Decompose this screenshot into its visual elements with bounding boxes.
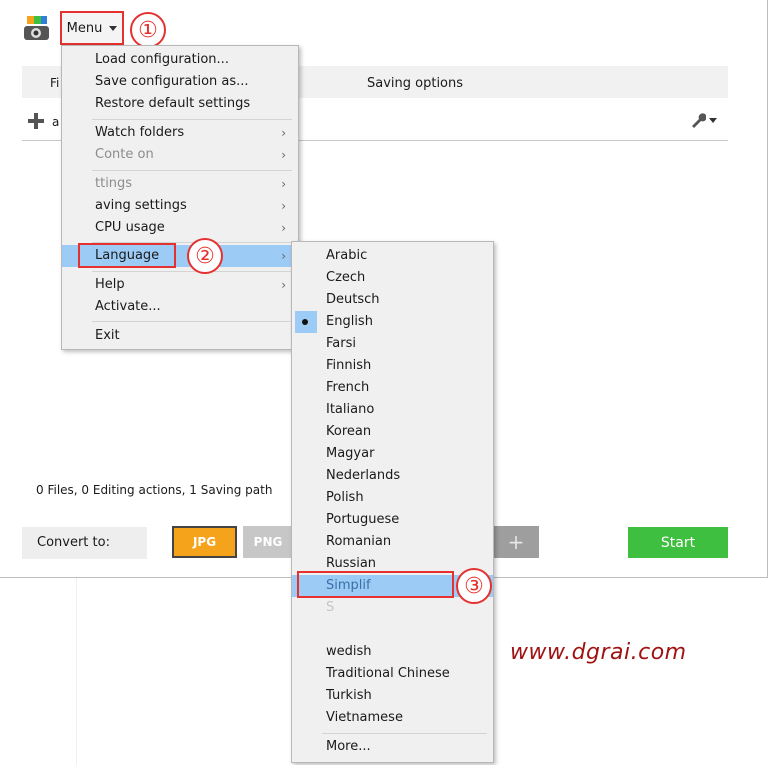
wrench-glyph-icon (692, 113, 706, 128)
menu-item-watch-folders[interactable]: Watch folders › (62, 122, 298, 144)
language-item[interactable]: Nederlands (292, 465, 493, 487)
language-item[interactable]: Magyar (292, 443, 493, 465)
language-item[interactable]: Vietnamese (292, 707, 493, 729)
menu-item-label: aving settings (95, 198, 187, 213)
format-jpg-button[interactable]: JPG (172, 526, 237, 558)
menu-separator (322, 733, 487, 734)
menu-item-activate[interactable]: Activate... (62, 296, 298, 318)
tab-files[interactable]: Fi (50, 76, 59, 90)
watermark: www.dgrai.com (510, 640, 687, 665)
chevron-down-icon (109, 25, 118, 31)
language-item[interactable]: Czech (292, 267, 493, 289)
language-item[interactable]: Deutsch (292, 289, 493, 311)
add-icon[interactable] (28, 113, 44, 129)
language-item[interactable]: Arabic (292, 245, 493, 267)
language-item[interactable]: Italiano (292, 399, 493, 421)
menu-button[interactable]: Menu (60, 11, 124, 45)
annotation-badge-3: ③ (456, 568, 492, 604)
language-item[interactable]: Finnish (292, 355, 493, 377)
menu-item-saving-settings[interactable]: aving settings › (62, 195, 298, 217)
menu-separator (92, 119, 292, 120)
chevron-right-icon: › (281, 126, 286, 140)
menu-item-settings[interactable]: ttings › (62, 173, 298, 195)
menu-separator (92, 271, 292, 272)
add-format-button[interactable]: + (493, 526, 539, 558)
menu-item-restore-defaults[interactable]: Restore default settings (62, 93, 298, 115)
menu-item-label: ttings (95, 176, 133, 191)
language-item[interactable]: wedish (292, 641, 493, 663)
language-item[interactable]: Korean (292, 421, 493, 443)
status-text: 0 Files, 0 Editing actions, 1 Saving pat… (36, 483, 273, 497)
menu-button-label: Menu (66, 20, 103, 36)
menu-item-label: Language (95, 248, 160, 263)
language-submenu: Arabic Czech Deutsch English Farsi Finni… (291, 241, 494, 763)
convert-label: Convert to: (37, 535, 110, 550)
menu-item-help[interactable]: Help › (62, 274, 298, 296)
menu-item-save-config[interactable]: Save configuration as... (62, 71, 298, 93)
annotation-badge-2: ② (187, 238, 223, 274)
menu-item-cpu-usage[interactable]: CPU usage › (62, 217, 298, 239)
format-png-button[interactable]: PNG (243, 526, 293, 558)
tab-saving-options[interactable]: Saving options (367, 76, 463, 91)
chevron-right-icon: › (281, 148, 286, 162)
language-item[interactable]: Farsi (292, 333, 493, 355)
chevron-right-icon: › (281, 177, 286, 191)
menu-separator (92, 170, 292, 171)
language-item[interactable]: Romanian (292, 531, 493, 553)
language-item[interactable] (292, 619, 493, 641)
chevron-right-icon: › (281, 199, 286, 213)
language-item[interactable]: Traditional Chinese (292, 663, 493, 685)
chevron-right-icon: › (281, 249, 286, 263)
language-item[interactable]: Turkish (292, 685, 493, 707)
chevron-right-icon: › (281, 221, 286, 235)
language-item-more[interactable]: More... (292, 736, 493, 758)
menu-item-label: Watch folders (95, 125, 185, 140)
wrench-icon[interactable] (690, 112, 717, 128)
menu-item-exit[interactable]: Exit (62, 325, 298, 347)
language-item[interactable]: Portuguese (292, 509, 493, 531)
menu-item-load-config[interactable]: Load configuration... (62, 49, 298, 71)
menu-item-label: Help (95, 277, 125, 292)
menu-separator (92, 321, 292, 322)
chevron-down-icon (709, 117, 717, 123)
menu-item-label: Conte on (95, 147, 154, 162)
add-label[interactable]: a (52, 115, 59, 129)
chevron-right-icon: › (281, 278, 286, 292)
start-button[interactable]: Start (628, 527, 728, 558)
language-item-selected[interactable]: English (292, 311, 493, 333)
background-divider (76, 578, 77, 765)
menu-item-label: CPU usage (95, 220, 165, 235)
language-item[interactable]: Polish (292, 487, 493, 509)
annotation-badge-1: ① (130, 12, 166, 48)
menu-item-context-menu[interactable]: Conte on › (62, 144, 298, 166)
main-menu: Load configuration... Save configuration… (61, 45, 299, 350)
language-item[interactable]: French (292, 377, 493, 399)
menu-item-language[interactable]: Language › (62, 245, 298, 267)
app-logo-icon (24, 16, 49, 40)
